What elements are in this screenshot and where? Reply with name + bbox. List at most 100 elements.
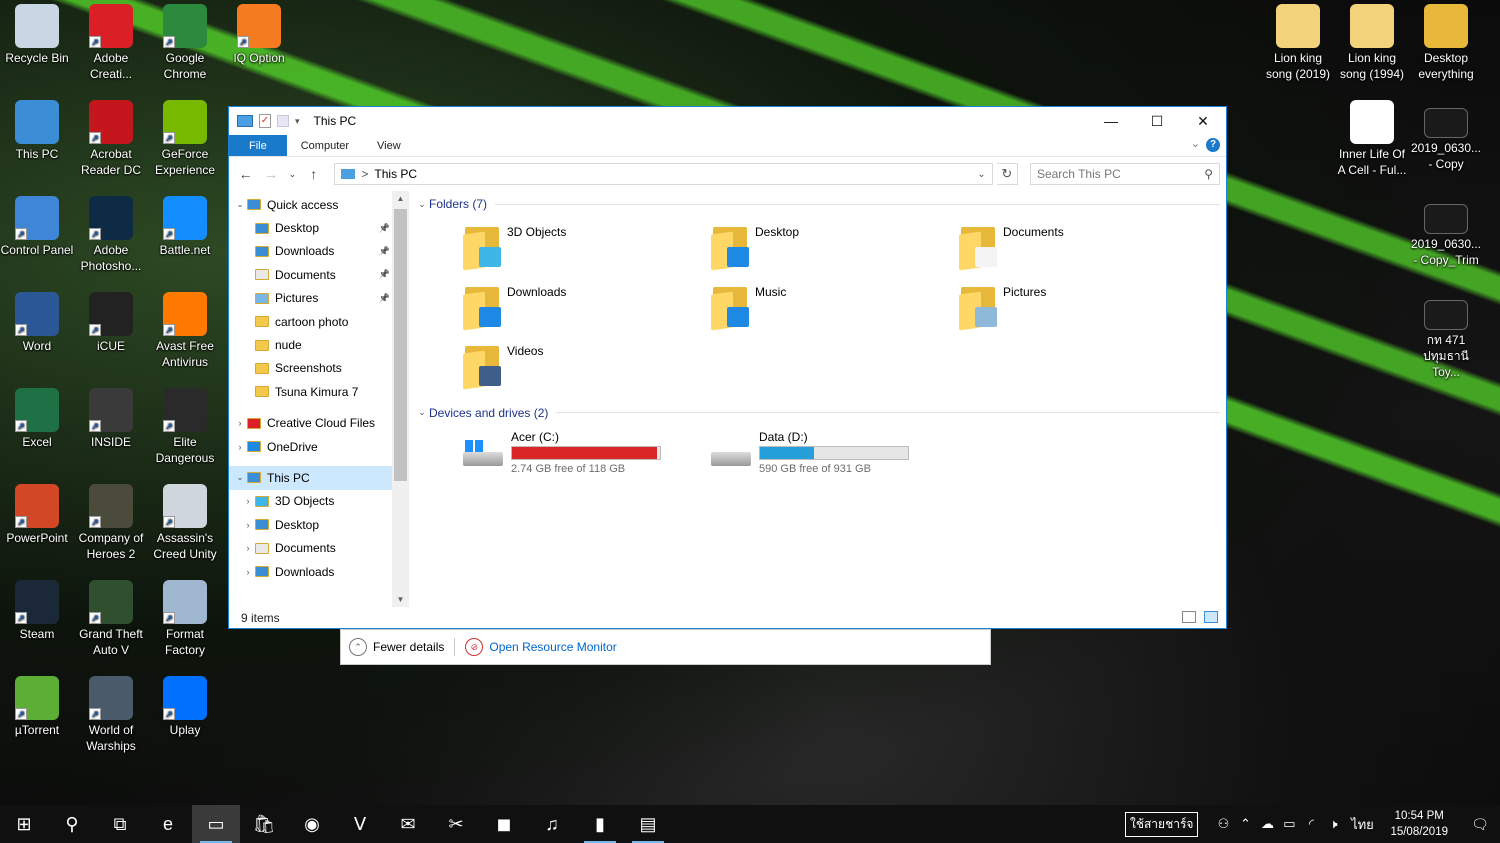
nav-item[interactable]: › Desktop bbox=[229, 513, 392, 536]
nav-item[interactable]: nude bbox=[229, 333, 392, 356]
desktop-icon[interactable]: ↗ Assassin's Creed Unity bbox=[148, 480, 222, 562]
tab-computer[interactable]: Computer bbox=[287, 135, 363, 156]
title-bar[interactable]: ✓ ▾ This PC — ☐ ✕ bbox=[229, 107, 1226, 135]
wifi-icon[interactable]: ◜ bbox=[1300, 816, 1322, 832]
line-icon[interactable]: ◼ bbox=[480, 805, 528, 843]
predator-icon[interactable]: ᐯ bbox=[336, 805, 384, 843]
nav-item[interactable]: Pictures 📌 bbox=[229, 287, 392, 310]
show-hidden-icons-chevron-icon[interactable]: ⌃ bbox=[1234, 816, 1256, 832]
maximize-button[interactable]: ☐ bbox=[1134, 107, 1180, 135]
minimize-button[interactable]: — bbox=[1088, 107, 1134, 135]
desktop-icon[interactable]: ↗ Adobe Photosho... bbox=[74, 192, 148, 274]
folder-item[interactable]: Documents bbox=[959, 215, 1207, 275]
address-bar[interactable]: > This PC ⌄ bbox=[334, 163, 993, 185]
refresh-button[interactable]: ↻ bbox=[996, 163, 1018, 185]
expand-ribbon-chevron-icon[interactable]: ⌄ bbox=[1191, 137, 1200, 150]
snipping-icon[interactable]: ✂ bbox=[432, 805, 480, 843]
folder-item[interactable]: Pictures bbox=[959, 275, 1207, 335]
open-resource-monitor-link[interactable]: Open Resource Monitor bbox=[489, 640, 616, 654]
task-view-icon[interactable]: ⧉ bbox=[96, 805, 144, 843]
desktop-icon[interactable]: ↗ Format Factory bbox=[148, 576, 222, 658]
desktop-icon[interactable]: Lion king song (2019) bbox=[1261, 0, 1335, 82]
desktop-icon[interactable]: 2019_0630... - Copy_Trim bbox=[1409, 192, 1483, 268]
desktop-icon[interactable]: Lion king song (1994) bbox=[1335, 0, 1409, 82]
up-button[interactable]: ↑ bbox=[303, 166, 324, 182]
search-input[interactable]: Search This PC ⚲ bbox=[1029, 163, 1221, 185]
drives-group-header[interactable]: ⌄ Devices and drives (2) bbox=[415, 402, 1226, 424]
desktop-icon[interactable]: ↗ iCUE bbox=[74, 288, 148, 354]
fewer-details-chevron-icon[interactable]: ⌃ bbox=[349, 638, 367, 656]
mail-icon[interactable]: ✉ bbox=[384, 805, 432, 843]
desktop-icon[interactable]: ↗ Excel bbox=[0, 384, 74, 450]
nav-item[interactable]: › Creative Cloud Files bbox=[229, 412, 392, 435]
desktop-icon[interactable]: ↗ Acrobat Reader DC bbox=[74, 96, 148, 178]
desktop-icon[interactable]: ↗ Avast Free Antivirus bbox=[148, 288, 222, 370]
nav-item[interactable]: Documents 📌 bbox=[229, 263, 392, 286]
expand-chevron-icon[interactable]: › bbox=[241, 543, 255, 553]
folder-item[interactable]: Music bbox=[711, 275, 959, 335]
expand-chevron-icon[interactable]: ⌄ bbox=[233, 472, 247, 483]
new-folder-icon[interactable] bbox=[277, 115, 289, 127]
breadcrumb-this-pc[interactable]: This PC bbox=[374, 167, 417, 181]
nav-item[interactable]: Downloads 📌 bbox=[229, 240, 392, 263]
desktop-icon[interactable]: 2019_0630... - Copy bbox=[1409, 96, 1483, 172]
firefox-icon[interactable]: ◉ bbox=[288, 805, 336, 843]
action-center-icon[interactable]: 🗨 bbox=[1460, 816, 1500, 833]
close-button[interactable]: ✕ bbox=[1180, 107, 1226, 135]
desktop-icon[interactable]: ↗ GeForce Experience bbox=[148, 96, 222, 178]
nav-item[interactable]: Tsuna Kimura 7 bbox=[229, 380, 392, 403]
clock[interactable]: 10:54 PM 15/08/2019 bbox=[1390, 808, 1448, 840]
desktop-icon[interactable]: Inner Life Of A Cell - Ful... bbox=[1335, 96, 1409, 178]
desktop-icon[interactable]: ↗ Word bbox=[0, 288, 74, 354]
nav-item[interactable]: cartoon photo bbox=[229, 310, 392, 333]
ime-indicator[interactable]: ใช้สายชาร์จ bbox=[1124, 811, 1199, 837]
expand-chevron-icon[interactable]: ⌄ bbox=[233, 199, 247, 210]
start-button[interactable]: ⊞ bbox=[0, 805, 48, 843]
desktop-icon[interactable]: ↗ Grand Theft Auto V bbox=[74, 576, 148, 658]
back-button[interactable]: ← bbox=[235, 166, 256, 182]
desktop-icon[interactable]: ↗ Google Chrome bbox=[148, 0, 222, 82]
details-view-icon[interactable] bbox=[1182, 611, 1196, 623]
folder-item[interactable]: Downloads bbox=[463, 275, 711, 335]
desktop-icon[interactable]: Recycle Bin bbox=[0, 0, 74, 66]
tab-view[interactable]: View bbox=[363, 135, 415, 156]
nav-item[interactable]: › Downloads bbox=[229, 560, 392, 583]
drive-item[interactable]: Data (D:) 590 GB free of 931 GB bbox=[709, 430, 957, 475]
properties-icon[interactable]: ✓ bbox=[259, 114, 271, 128]
desktop-icon[interactable]: ↗ Battle.net bbox=[148, 192, 222, 258]
customize-qa-chevron-icon[interactable]: ▾ bbox=[295, 116, 300, 127]
desktop-icon[interactable]: ↗ µTorrent bbox=[0, 672, 74, 738]
file-explorer-icon[interactable]: ▭ bbox=[192, 805, 240, 843]
tab-file[interactable]: File bbox=[229, 135, 287, 156]
fewer-details-link[interactable]: Fewer details bbox=[373, 640, 444, 654]
expand-chevron-icon[interactable]: › bbox=[241, 567, 255, 577]
desktop-icon[interactable]: ↗ World of Warships bbox=[74, 672, 148, 754]
desktop-icon[interactable]: ↗ Adobe Creati... bbox=[74, 0, 148, 82]
help-icon[interactable]: ? bbox=[1206, 138, 1220, 152]
onedrive-tray-icon[interactable]: ☁ bbox=[1256, 816, 1278, 832]
recent-locations-chevron-icon[interactable]: ⌄ bbox=[286, 169, 300, 180]
nav-item[interactable]: Desktop 📌 bbox=[229, 216, 392, 239]
nav-item[interactable]: › OneDrive bbox=[229, 435, 392, 458]
search-icon[interactable]: ⚲ bbox=[48, 805, 96, 843]
drive-item[interactable]: Acer (C:) 2.74 GB free of 118 GB bbox=[461, 430, 709, 475]
desktop-icon[interactable]: ↗ Uplay bbox=[148, 672, 222, 738]
desktop-icon[interactable]: ↗ INSIDE bbox=[74, 384, 148, 450]
desktop-icon[interactable]: ↗ Control Panel bbox=[0, 192, 74, 258]
desktop-icon[interactable]: This PC bbox=[0, 96, 74, 162]
edge-icon[interactable]: e bbox=[144, 805, 192, 843]
volume-icon[interactable]: 🕨 bbox=[1322, 816, 1344, 832]
desktop-icon[interactable]: ↗ PowerPoint bbox=[0, 480, 74, 546]
folder-item[interactable]: Desktop bbox=[711, 215, 959, 275]
task-manager-icon[interactable]: ▤ bbox=[624, 805, 672, 843]
battery-icon[interactable]: ▭ bbox=[1278, 816, 1300, 832]
forward-button[interactable]: → bbox=[260, 166, 281, 182]
folders-group-header[interactable]: ⌄ Folders (7) bbox=[415, 193, 1226, 215]
desktop-icon[interactable]: ↗ Elite Dangerous bbox=[148, 384, 222, 466]
expand-chevron-icon[interactable]: › bbox=[233, 442, 247, 452]
nav-item[interactable]: Screenshots bbox=[229, 357, 392, 380]
nav-item[interactable]: › 3D Objects bbox=[229, 490, 392, 513]
store-icon[interactable]: 🛍 bbox=[240, 805, 288, 843]
folder-item[interactable]: 3D Objects bbox=[463, 215, 711, 275]
expand-chevron-icon[interactable]: › bbox=[233, 418, 247, 428]
